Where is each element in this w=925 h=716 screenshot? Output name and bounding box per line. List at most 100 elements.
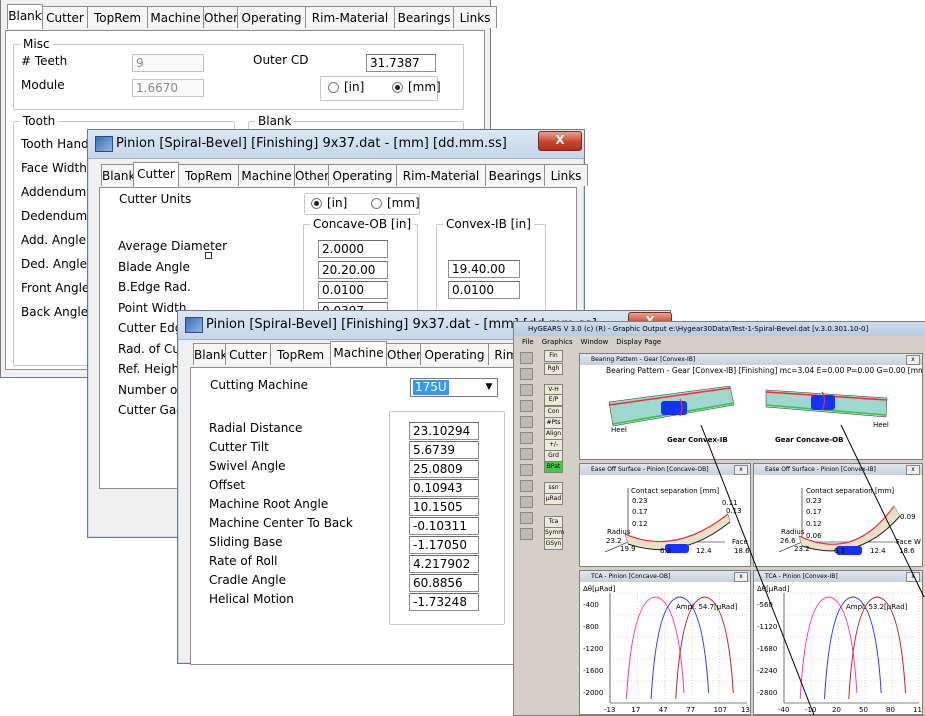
ease-off-concave-window: Ease Off Surface - Pinion [Concave-OB] x… — [579, 463, 751, 567]
machine-value-field[interactable]: 0.10943 — [409, 479, 479, 497]
machine-row-label: Machine Center To Back — [209, 516, 353, 530]
concave-field[interactable]: 0.0100 — [318, 281, 388, 299]
eo1-axis-a: 23.2 — [606, 537, 622, 545]
tab-rimmaterial[interactable]: Rim-Material — [305, 6, 395, 28]
tca-convex-window: TCA - Pinion [Convex-IB] x Δθ[μRad] Ampl… — [753, 570, 923, 715]
concave-field[interactable]: 20.20.00 — [318, 260, 388, 279]
eo2-val-4: 0.06 — [806, 532, 822, 540]
tab-other[interactable]: Other — [386, 343, 421, 365]
concave-field[interactable]: 2.0000 — [318, 240, 388, 258]
gear-convex-pattern — [608, 385, 735, 427]
cutter-unit-mm-radio[interactable] — [371, 198, 382, 209]
toolbar-icon[interactable] — [520, 480, 533, 492]
tooth-row-label: Addendum — [21, 185, 87, 199]
toolbar-icon[interactable] — [520, 432, 533, 444]
heel-label-left: Heel — [611, 426, 627, 434]
blank-group-label: Blank — [255, 114, 295, 128]
eo2-axis-b: 23.2 — [794, 545, 810, 553]
tab-rimmaterial[interactable]: Rim-Material — [396, 164, 486, 186]
toolbar-icon[interactable] — [520, 368, 533, 380]
toolbar-icon[interactable] — [520, 528, 533, 540]
tab-toprem[interactable]: TopRem — [270, 343, 331, 365]
machine-value-field[interactable]: 60.8856 — [409, 574, 479, 592]
toolbar-icon[interactable] — [520, 512, 533, 524]
cutter-unit-in-radio[interactable] — [311, 198, 322, 209]
machine-value-field[interactable]: -0.10311 — [409, 517, 479, 535]
tooth-row-label: Ded. Angle — [21, 257, 88, 271]
tab-machine[interactable]: Machine — [147, 6, 204, 28]
machine-value-field[interactable]: 5.6739 — [409, 441, 479, 459]
toolbar-icon[interactable] — [520, 496, 533, 508]
unit-in-radio[interactable] — [328, 82, 339, 93]
tab-links[interactable]: Links — [453, 6, 497, 28]
menu-graphics[interactable]: Graphics — [542, 338, 573, 346]
tab-machine[interactable]: Machine — [238, 164, 295, 186]
tca-x-tick: 17 — [631, 706, 641, 714]
toolbar-button-1[interactable]: Rgh — [544, 363, 563, 375]
toolbar-icon[interactable] — [520, 384, 533, 396]
tab-toprem[interactable]: TopRem — [178, 164, 239, 186]
toolbar-icon[interactable] — [520, 400, 533, 412]
toolbar-button-3[interactable]: E/P — [544, 394, 563, 406]
machine-value-field[interactable]: 4.217902 — [409, 555, 479, 573]
toolbar-icon[interactable] — [520, 464, 533, 476]
concave-group-label: Concave-OB [in] — [310, 217, 415, 231]
convex-field[interactable]: 0.0100 — [448, 280, 520, 299]
gear-convex-label: Gear Convex-IB — [667, 436, 728, 444]
outer-cd-field[interactable]: 31.7387 — [366, 54, 436, 72]
teeth-field[interactable]: 9 — [132, 54, 204, 72]
toolbar-icon[interactable] — [520, 352, 533, 364]
tab-operating[interactable]: Operating — [237, 6, 306, 28]
small-marker-icon — [205, 252, 212, 259]
unit-mm-radio[interactable] — [392, 82, 403, 93]
eo2-val-2: 0.17 — [806, 508, 822, 516]
cutter-window-title: Pinion [Spiral-Bevel] [Finishing] 9x37.d… — [116, 136, 507, 151]
machine-row-label: Offset — [209, 478, 246, 492]
tab-machine[interactable]: Machine — [330, 341, 387, 366]
tab-operating[interactable]: Operating — [328, 164, 397, 186]
tab-bearings[interactable]: Bearings — [394, 6, 454, 28]
cutter-unit-mm-label: [mm] — [387, 196, 420, 210]
tab-operating[interactable]: Operating — [420, 343, 489, 365]
toolbar-button-9[interactable]: BPat — [544, 461, 563, 473]
tab-links[interactable]: Links — [544, 164, 588, 186]
toolbar-button-0[interactable]: Fin — [544, 350, 563, 362]
tab-cutter[interactable]: Cutter — [225, 343, 271, 365]
tab-other[interactable]: Other — [294, 164, 329, 186]
machine-value-field[interactable]: -1.73248 — [409, 593, 479, 611]
machine-value-field[interactable]: 10.1505 — [409, 498, 479, 516]
menu-displaypage[interactable]: Display Page — [616, 338, 661, 346]
menu-window[interactable]: Window — [581, 338, 609, 346]
convex-group-label: Convex-IB [in] — [443, 217, 534, 231]
machine-value-field[interactable]: 25.0809 — [409, 460, 479, 478]
tab-cutter[interactable]: Cutter — [133, 162, 179, 187]
chevron-down-icon[interactable]: ▼ — [482, 380, 496, 395]
tab-other[interactable]: Other — [203, 6, 238, 28]
tab-blank[interactable]: Blank — [193, 343, 227, 365]
cutter-units-label: Cutter Units — [119, 192, 192, 206]
tca-x-tick: 77 — [686, 706, 696, 714]
machine-value-field[interactable]: 23.10294 — [409, 422, 479, 440]
machine-row-label: Machine Root Angle — [209, 497, 329, 511]
close-button[interactable]: X — [538, 131, 582, 151]
gear-concave-label: Gear Concave-OB — [775, 436, 844, 444]
menu-file[interactable]: File — [522, 338, 534, 346]
convex-field[interactable]: 19.40.00 — [448, 260, 520, 278]
eo2-axis-a: 26.6 — [780, 537, 796, 545]
toolbar-button-14[interactable]: GSyn — [544, 538, 563, 550]
toolbar-icon[interactable] — [520, 416, 533, 428]
cutting-machine-select[interactable]: 175U ▼ — [410, 378, 498, 397]
app-icon — [95, 136, 113, 152]
tooth-row-label: Dedendum — [21, 209, 88, 223]
bearing-pattern-plot — [608, 385, 888, 427]
tab-toprem[interactable]: TopRem — [87, 6, 148, 28]
machine-value-field[interactable]: -1.17050 — [409, 536, 479, 554]
module-field[interactable]: 1.6670 — [132, 79, 204, 97]
toolbar-icon[interactable] — [520, 448, 533, 460]
tab-blank[interactable]: Blank — [101, 164, 135, 186]
tab-cutter[interactable]: Cutter — [42, 6, 88, 28]
toolbar-button-11[interactable]: μRad — [544, 493, 563, 505]
tab-bearings[interactable]: Bearings — [485, 164, 545, 186]
tab-blank[interactable]: Blank — [7, 4, 43, 29]
cutter-window-titlebar[interactable]: Pinion [Spiral-Bevel] [Finishing] 9x37.d… — [88, 130, 584, 159]
